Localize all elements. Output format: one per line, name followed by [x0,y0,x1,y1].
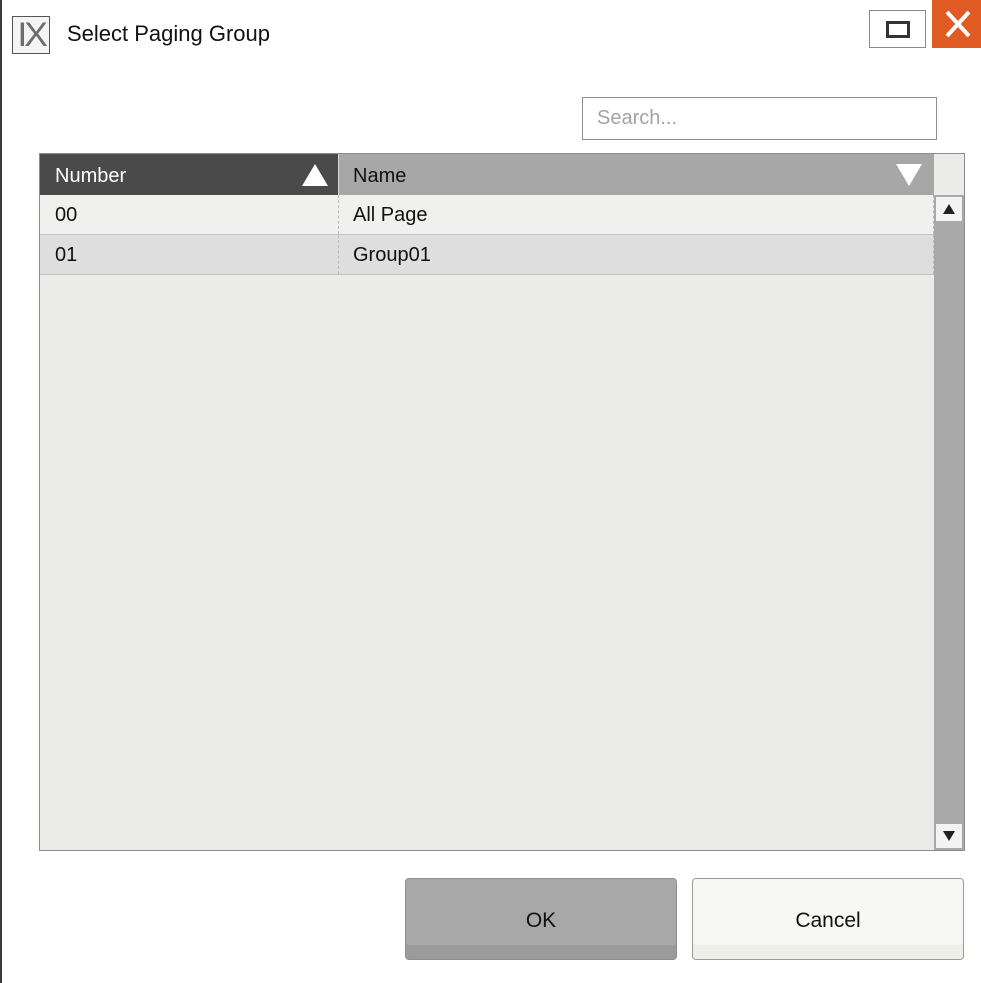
scroll-up-button[interactable] [936,197,962,221]
table-header: Number Name [40,154,964,195]
column-header-number[interactable]: Number [40,154,338,195]
scroll-up-arrow-icon [943,204,955,214]
scroll-down-arrow-icon [943,831,955,841]
search-field[interactable] [582,97,937,140]
ok-button[interactable]: OK [405,878,677,960]
maximize-icon [885,20,910,38]
column-header-number-label: Number [55,165,127,187]
header-corner [934,154,964,195]
sort-ascending-icon[interactable] [302,164,328,186]
paging-group-table: Number Name 00 All Page 01 Group01 [39,153,965,851]
maximize-button[interactable] [869,10,926,48]
table-row[interactable]: 00 All Page [40,195,934,235]
column-header-name[interactable]: Name [338,154,934,195]
table-row[interactable]: 01 Group01 [40,235,934,275]
cancel-button[interactable]: Cancel [692,878,964,960]
window-title: Select Paging Group [67,21,271,46]
logo-text: IX [17,16,48,54]
close-button[interactable] [932,0,981,48]
search-input[interactable] [583,98,936,139]
dialog-window: IX Select Paging Group Number Name [0,0,981,983]
title-bar[interactable]: IX Select Paging Group [2,0,981,66]
cell-number: 00 [55,204,78,226]
close-icon [945,10,970,38]
cell-number: 01 [55,244,78,266]
sort-descending-icon[interactable] [896,164,922,186]
vertical-scrollbar[interactable] [934,195,964,850]
scroll-down-button[interactable] [936,824,962,848]
column-divider [338,235,339,274]
cell-name: Group01 [353,244,431,266]
cell-name: All Page [353,204,428,226]
ix-logo-icon: IX [12,16,50,54]
column-divider [338,195,339,234]
column-header-name-label: Name [353,165,407,187]
